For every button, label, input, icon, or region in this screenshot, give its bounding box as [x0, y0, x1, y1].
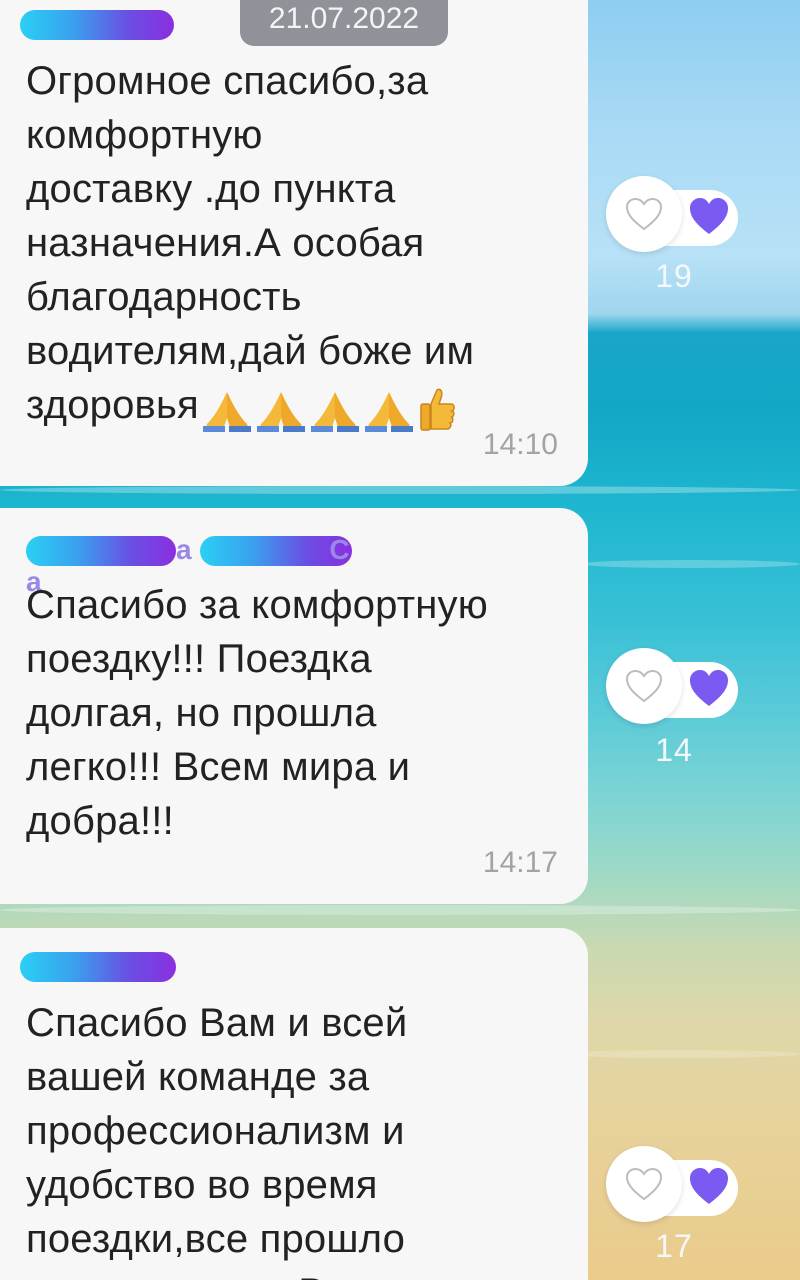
reaction-count: 19 [655, 258, 693, 294]
like-button[interactable] [606, 648, 682, 724]
reaction-count: 14 [655, 732, 693, 768]
reaction-group[interactable] [604, 648, 738, 728]
message-bubble[interactable]: Спасибо Вам и всей вашей команде за проф… [0, 928, 588, 1280]
message-text: Огромное спасибо,за комфортную доставку … [26, 54, 566, 432]
like-button[interactable] [606, 176, 682, 252]
chat-screen: 21.07.2022 Огромное спасибо,за комфортну… [0, 0, 800, 1280]
sea-wave [0, 486, 800, 494]
message-text: Спасибо Вам и всей вашей команде за проф… [26, 1001, 478, 1280]
thumbs-up-emoji-icon [420, 388, 455, 431]
like-button[interactable] [606, 1146, 682, 1222]
sender-name-redacted[interactable] [20, 952, 176, 982]
message-text-body: Огромное спасибо,за комфортную доставку … [26, 59, 475, 427]
message-text: Спасибо за комфортную поездку!!! Поездка… [26, 583, 488, 843]
emoji-group [201, 386, 457, 432]
heart-outline-icon [625, 669, 663, 703]
message-time: 14:10 [482, 428, 558, 461]
message-time: 14:17 [482, 846, 558, 879]
folded-hands-emoji-icon [364, 392, 413, 432]
message-bubble[interactable]: Огромное спасибо,за комфортную доставку … [0, 0, 588, 486]
sea-wave [580, 560, 800, 568]
heart-filled-icon [690, 1168, 728, 1204]
heart-filled-icon [690, 198, 728, 234]
folded-hands-emoji-icon [256, 392, 305, 432]
sender-name-redacted[interactable] [20, 10, 174, 40]
heart-filled-icon [690, 670, 728, 706]
message-bubble[interactable]: а С а Спасибо за комфортную поездку!!! П… [0, 508, 588, 904]
heart-outline-icon [625, 197, 663, 231]
date-separator: 21.07.2022 [240, 0, 448, 46]
reaction-count: 17 [655, 1228, 693, 1264]
sea-wave [0, 905, 800, 915]
folded-hands-emoji-icon [310, 392, 359, 432]
reaction-group[interactable] [604, 1146, 738, 1226]
heart-outline-icon [625, 1167, 663, 1201]
reaction-group[interactable] [604, 176, 738, 256]
folded-hands-emoji-icon [202, 392, 251, 432]
sea-wave [560, 1050, 800, 1058]
